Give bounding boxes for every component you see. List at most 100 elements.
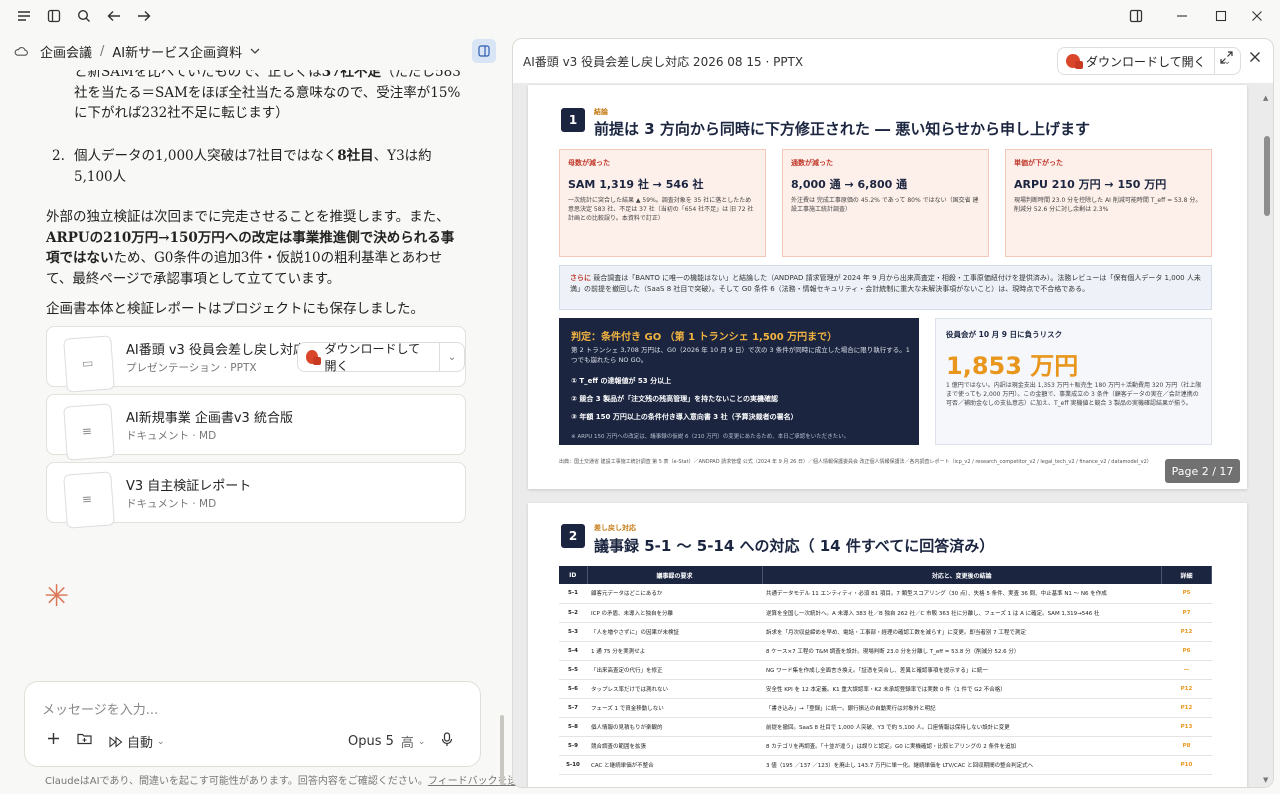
table-row: 5-9 競合調査の範囲を拡張 8 カテゴリを再調査。「十並が違う」は誤りと認定。G0… <box>559 736 1212 756</box>
table-cell: 訴求を「月次収益締めを早め、電話・工事部・経理の確認工数を減らす」に変更。即当者… <box>762 622 1162 642</box>
section-number: 1 <box>561 108 585 132</box>
menu-icon[interactable] <box>9 1 39 31</box>
breadcrumb: 企画会議 / AI新サービス企画資料 <box>0 36 500 66</box>
panel-layout-icon[interactable] <box>1116 0 1156 32</box>
table-row: 5-1 顧客元データはどこにあるか 共通データモデル 11 エンティティ・必須 81… <box>559 584 1212 604</box>
table-cell: 8 カテゴリを再調査。「十並が違う」は誤りと認定。G0 に実機確認・比較ヒアリン… <box>762 736 1162 756</box>
table-cell: P5 <box>1161 584 1212 604</box>
finding-box: 単価が下がった ARPU 210 万円 → 150 万円 現場判断時間 23.0 分… <box>1005 149 1212 257</box>
table-cell: 前提を撤回。SaaS 8 社目で 1,000 人突破、Y3 で約 5,100 人… <box>762 717 1162 737</box>
risk-box: 役員会が 10 月 9 日に負うリスク 1,853 万円 1 億円ではない。内訳… <box>935 318 1212 445</box>
table-row: 5-7 フェーズ 1 で資金移動しない 「書き込み」→「登録」に統一。銀行振込の自動… <box>559 698 1212 718</box>
maximize-icon[interactable] <box>1201 0 1241 32</box>
table-cell: CAC と継続単価が不整合 <box>587 755 762 775</box>
attachment-title: AI新規事業 企画書v3 統合版 <box>126 411 293 426</box>
attachment-card[interactable]: ≡ V3 自主検証レポート ドキュメント · MD <box>46 462 466 529</box>
table-cell: ICP の矛盾、未導入と独自を分離 <box>587 603 762 623</box>
folder-add-icon[interactable] <box>77 732 92 745</box>
minimize-icon[interactable] <box>1162 0 1202 32</box>
table-cell: 5-5 <box>559 660 587 680</box>
table-cell: P13 <box>1161 717 1212 737</box>
model-selector[interactable]: Opus 5 高 ⌄ <box>348 732 425 751</box>
table-cell: P10 <box>1161 755 1212 775</box>
document-icon: ≡ <box>63 403 115 461</box>
table-cell: P7 <box>1161 603 1212 623</box>
table-cell: 競合調査の範囲を拡張 <box>587 736 762 756</box>
message-input[interactable]: メッセージを入力... <box>42 699 158 718</box>
table-cell: — <box>1161 660 1212 680</box>
slide-canvas: 1 結論 前提は 3 方向から同時に下方修正された ― 悪い知らせから申し上げま… <box>513 83 1273 787</box>
attachment-subtitle: ドキュメント · MD <box>126 498 217 510</box>
verdict-box: 判定：条件付き GO （第 1 トランシェ 1,500 万円まで） 第 2 トラ… <box>559 318 919 445</box>
table-cell: 5-9 <box>559 736 587 756</box>
title-bar <box>0 0 1280 32</box>
table-cell: 1 通 75 分を実測せよ <box>587 641 762 661</box>
table-cell: 顧客元データはどこにあるか <box>587 584 762 604</box>
claude-spark-icon: ✳ <box>44 579 70 614</box>
attachment-card[interactable]: ▭ AI番頭 v3 役員会差し戻し対応... プレゼンテーション · PPTX … <box>46 326 466 393</box>
table-header-cell: ID <box>559 566 588 584</box>
slide-title: 議事録 5-1 ～ 5-14 への対応（ 14 件すべてに回答済み） <box>594 537 995 555</box>
viewer-download-open-button[interactable]: ダウンロードして開く ⌄ <box>1057 47 1241 75</box>
table-cell: NG ワード集を作成し全面言き換え。「証憑を突合し、差異と確認事項を提示する」に… <box>762 660 1162 680</box>
chevron-down-icon: ⌄ <box>157 736 165 747</box>
document-icon: ≡ <box>63 471 115 529</box>
table-cell: P12 <box>1161 698 1212 718</box>
chat-scrollbar[interactable] <box>500 715 504 785</box>
mode-label: 自動 <box>127 736 154 751</box>
scrollbar-thumb[interactable] <box>1264 136 1270 216</box>
table-cell: 個人情報の見積もりが楽観的 <box>587 717 762 737</box>
mode-selector[interactable]: 自動 ⌄ <box>109 732 165 751</box>
table-cell: 5-8 <box>559 717 587 737</box>
source-note: 出典：国土交通省 建設工事施工統計調査 第 5 表（e-Stat）／ANDPAD… <box>559 459 1152 465</box>
microphone-icon[interactable] <box>441 732 453 747</box>
message-paragraph: 外部の独立検証は次回までに完走させることを推奨します。また、ARPUの210万円… <box>46 209 455 287</box>
scroll-down-icon[interactable]: ▼ <box>1263 776 1268 784</box>
artifact-panel-toggle-icon[interactable] <box>472 39 496 63</box>
table-cell: 逆算を全国し一次統計へ。A 未導入 383 社／B 独自 262 社／C 市販 … <box>762 603 1162 623</box>
attachment-card[interactable]: ≡ AI新規事業 企画書v3 統合版 ドキュメント · MD <box>46 394 466 461</box>
list-number: 2. <box>52 148 65 164</box>
plus-icon[interactable] <box>47 732 60 745</box>
message-composer[interactable]: メッセージを入力... 自動 ⌄ Opus 5 高 ⌄ <box>24 681 481 767</box>
close-viewer-icon[interactable] <box>1249 51 1261 67</box>
table-cell: 「書き込み」→「登録」に統一。銀行振込の自動実行は対象外と明記 <box>762 698 1162 718</box>
close-window-icon[interactable] <box>1237 0 1277 32</box>
table-row: 5-10 CAC と継続単価が不整合 3 値（195 ／137 ／123）を廃止し … <box>559 755 1212 775</box>
expand-icon[interactable] <box>1220 51 1233 68</box>
table-cell: 5-7 <box>559 698 587 718</box>
section-number: 2 <box>561 524 585 548</box>
table-cell: 5-1 <box>559 584 587 604</box>
attachment-title: V3 自主検証レポート <box>126 479 252 494</box>
model-label: Opus 5 <box>348 734 394 749</box>
finding-box: 通数が減った 8,000 通 → 6,800 通外注費は 完成工事原価の 45.2… <box>782 149 989 257</box>
table-cell: 8 ケース×7 工程の T&M 調査を設計。現場判断 23.0 分を分離し T_… <box>762 641 1162 661</box>
viewer-scrollbar[interactable]: ▲ ▼ <box>1263 94 1271 784</box>
sidebar-toggle-icon[interactable] <box>39 1 69 31</box>
table-cell: 「人を増やさずに」の因果が未検証 <box>587 622 762 642</box>
forward-icon[interactable] <box>129 1 159 31</box>
table-row: 5-2 ICP の矛盾、未導入と独自を分離 逆算を全国し一次統計へ。A 未導入 38… <box>559 603 1212 623</box>
scroll-up-icon[interactable]: ▲ <box>1263 94 1268 102</box>
table-cell: P8 <box>1161 736 1212 756</box>
additional-findings: さらに 競合調査は「BANTO に唯一の機能はない」と結論した（ANDPAD 請… <box>559 265 1212 310</box>
table-row: 5-6 タップレス率だけでは測れない 安全性 KPI を 12 本定義。K1 重大誤… <box>559 679 1212 699</box>
table-header-cell: 詳細 <box>1161 566 1212 584</box>
breadcrumb-separator: / <box>100 43 105 59</box>
chevron-down-icon[interactable]: ⌄ <box>438 343 464 371</box>
project-link[interactable]: 企画会議 <box>40 42 92 61</box>
search-icon[interactable] <box>69 1 99 31</box>
page-indicator: Page 2 / 17 <box>1165 459 1240 483</box>
viewer-title: AI番頭 v3 役員会差し戻し対応 2026 08 15 · PPTX <box>523 55 804 69</box>
download-open-button[interactable]: ダウンロードして開く ⌄ <box>297 342 465 373</box>
back-icon[interactable] <box>99 1 129 31</box>
chevron-down-icon[interactable] <box>250 48 260 54</box>
table-cell: P12 <box>1161 622 1212 642</box>
table-cell: フェーズ 1 で資金移動しない <box>587 698 762 718</box>
table-cell: P12 <box>1161 679 1212 699</box>
table-cell: 5-10 <box>559 755 587 775</box>
download-label: ダウンロードして開く <box>1086 54 1206 69</box>
section-tag: 差し戻し対応 <box>594 524 636 532</box>
file-viewer-panel: AI番頭 v3 役員会差し戻し対応 2026 08 15 · PPTX ダウンロ… <box>512 38 1274 788</box>
conversation-title[interactable]: AI新サービス企画資料 <box>112 42 242 61</box>
